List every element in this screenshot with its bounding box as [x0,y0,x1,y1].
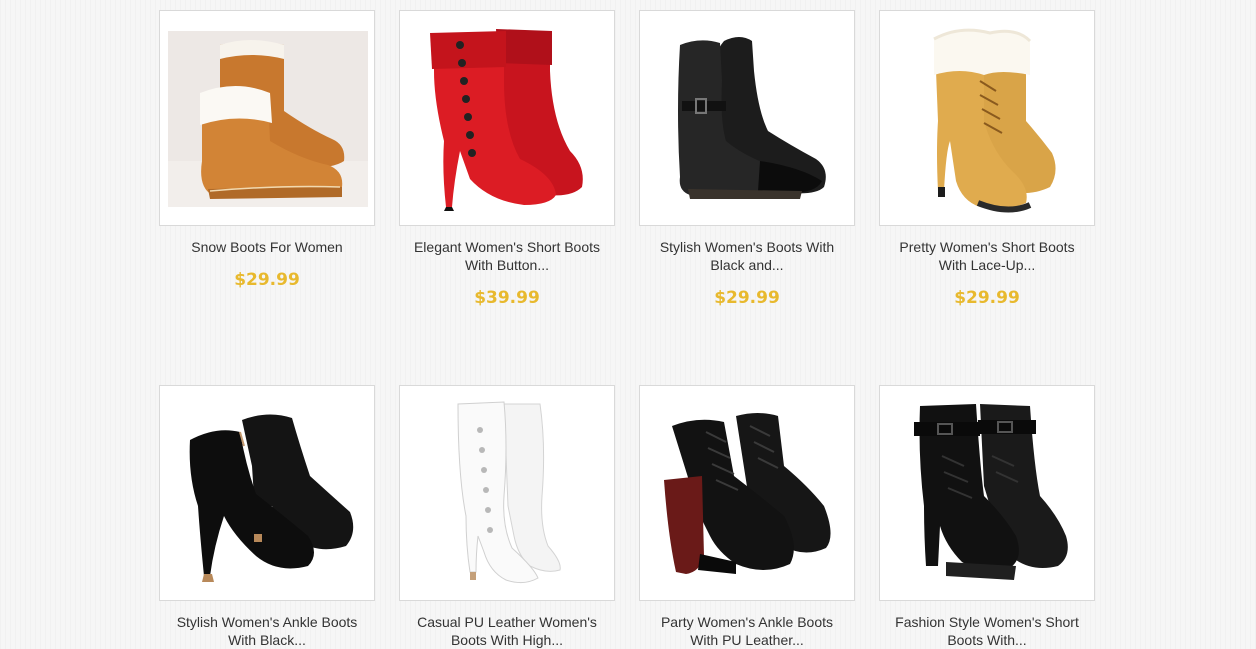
tan-lace-up-boots-image [933,28,1056,213]
product-image-link[interactable] [639,385,855,601]
black-strap-boots-image [914,404,1068,580]
snow-boots-image [168,31,368,207]
product-name[interactable]: Pretty Women's Short Boots With Lace-Up.… [879,238,1095,274]
product-price: $29.99 [234,270,300,290]
product-name[interactable]: Snow Boots For Women [159,238,375,274]
product-image-link[interactable] [879,385,1095,601]
product-price: $39.99 [474,288,540,308]
product-card[interactable]: Stylish Women's Ankle Boots With Black..… [159,385,375,649]
product-image-link[interactable] [399,10,615,226]
product-card[interactable]: Fashion Style Women's Short Boots With..… [879,385,1095,649]
product-card[interactable]: Pretty Women's Short Boots With Lace-Up.… [879,10,1095,308]
product-image-link[interactable] [879,10,1095,226]
product-name[interactable]: Casual PU Leather Women's Boots With Hig… [399,613,615,649]
product-image-link[interactable] [399,385,615,601]
product-name[interactable]: Stylish Women's Ankle Boots With Black..… [159,613,375,649]
red-button-boots-image [430,29,583,211]
black-buckle-boots-image [678,37,826,199]
black-suede-ankle-boots-image [189,414,354,582]
black-lace-up-ankle-boots-image [664,413,831,574]
product-name[interactable]: Elegant Women's Short Boots With Button.… [399,238,615,274]
product-card[interactable]: Elegant Women's Short Boots With Button.… [399,10,615,308]
product-card[interactable]: Casual PU Leather Women's Boots With Hig… [399,385,615,649]
product-price: $29.99 [714,288,780,308]
product-name[interactable]: Fashion Style Women's Short Boots With..… [879,613,1095,649]
product-card[interactable]: Party Women's Ankle Boots With PU Leathe… [639,385,855,649]
product-price: $29.99 [954,288,1020,308]
product-name[interactable]: Stylish Women's Boots With Black and... [639,238,855,274]
product-name[interactable]: Party Women's Ankle Boots With PU Leathe… [639,613,855,649]
product-image-link[interactable] [159,385,375,601]
product-image-link[interactable] [639,10,855,226]
product-image-link[interactable] [159,10,375,226]
product-card[interactable]: Stylish Women's Boots With Black and... … [639,10,855,308]
product-card[interactable]: Snow Boots For Women $29.99 [159,10,375,290]
white-tall-boots-image [457,401,561,584]
